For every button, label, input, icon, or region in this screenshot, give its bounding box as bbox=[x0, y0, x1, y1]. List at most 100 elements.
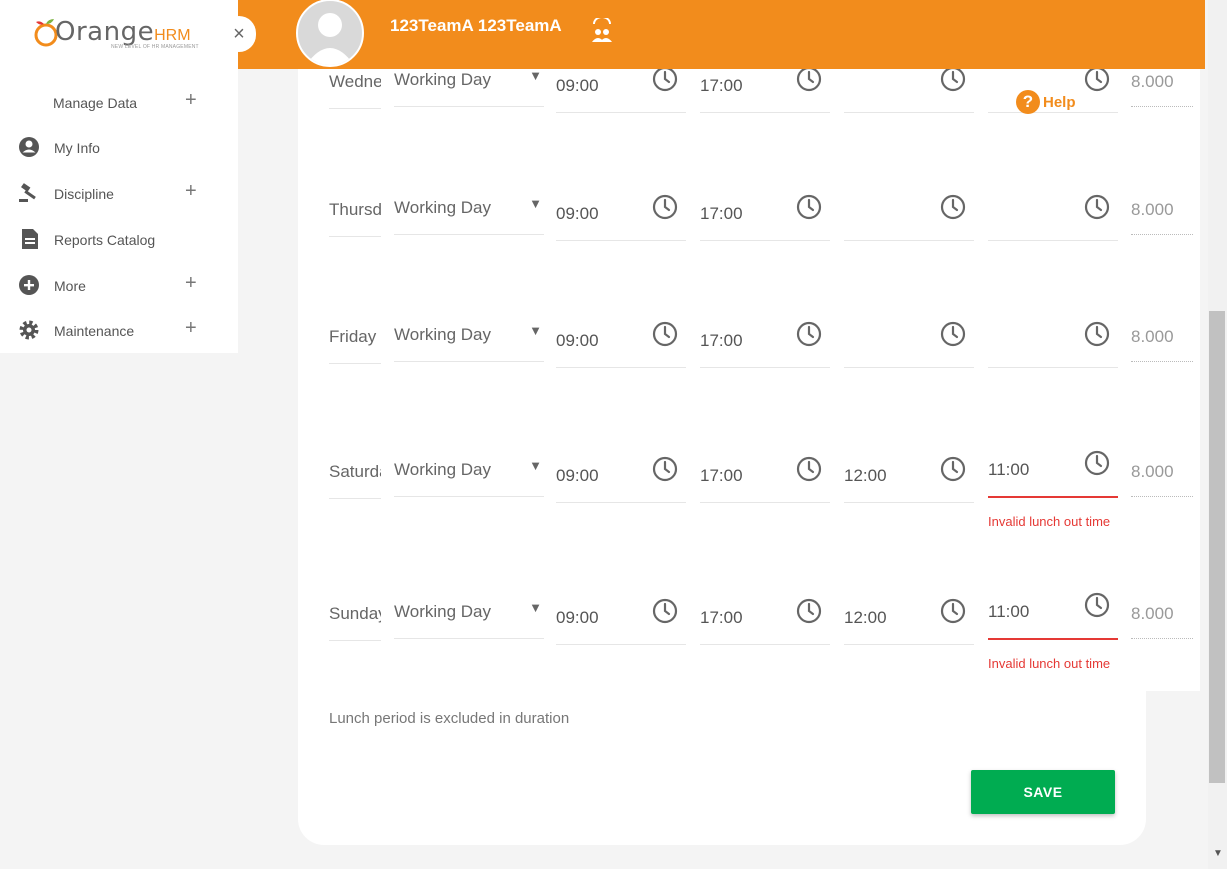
sidebar-item-my-info[interactable]: My Info bbox=[0, 129, 238, 165]
sidebar-item-label: Manage Data bbox=[53, 95, 138, 111]
start-time-input[interactable]: 09:00 bbox=[556, 66, 686, 113]
sidebar-item-label: Maintenance bbox=[54, 323, 135, 339]
clock-icon[interactable] bbox=[652, 321, 678, 352]
expand-icon[interactable]: + bbox=[185, 180, 197, 203]
clock-icon[interactable] bbox=[1084, 450, 1110, 481]
start-time-input[interactable]: 09:00 bbox=[556, 194, 686, 241]
day-name: Thursday bbox=[329, 200, 381, 237]
lunch-out-error: Invalid lunch out time bbox=[988, 656, 1111, 671]
day-name: Friday bbox=[329, 327, 381, 364]
avatar-silhouette-icon bbox=[306, 13, 354, 65]
day-name: Saturday bbox=[329, 462, 381, 499]
document-icon bbox=[21, 228, 39, 255]
day-type-select[interactable]: Working Day ▼ bbox=[394, 600, 544, 639]
day-type-select[interactable]: Working Day ▼ bbox=[394, 458, 544, 497]
help-label: Help bbox=[1043, 93, 1076, 111]
clock-icon[interactable] bbox=[796, 321, 822, 352]
lunch-out-input[interactable] bbox=[988, 194, 1118, 241]
page-scrollbar[interactable]: ▼ bbox=[1208, 0, 1227, 869]
clock-icon[interactable] bbox=[940, 456, 966, 487]
clock-icon[interactable] bbox=[796, 194, 822, 225]
clock-icon[interactable] bbox=[1084, 321, 1110, 352]
end-time-input[interactable]: 17:00 bbox=[700, 456, 830, 503]
start-time-input[interactable]: 09:00 bbox=[556, 456, 686, 503]
start-time-input[interactable]: 09:00 bbox=[556, 321, 686, 368]
lunch-out-input[interactable] bbox=[988, 321, 1118, 368]
sidebar-item-label: Discipline bbox=[54, 186, 114, 202]
day-type-select[interactable]: Working Day ▼ bbox=[394, 323, 544, 362]
clock-icon[interactable] bbox=[1084, 194, 1110, 225]
clock-icon[interactable] bbox=[652, 456, 678, 487]
logo-hrm: HRM bbox=[154, 27, 191, 44]
scroll-down-icon[interactable]: ▼ bbox=[1213, 848, 1223, 859]
end-time-input[interactable]: 17:00 bbox=[700, 66, 830, 113]
day-type-select[interactable]: Working Day ▼ bbox=[394, 196, 544, 235]
end-time-input[interactable]: 17:00 bbox=[700, 194, 830, 241]
user-name[interactable]: 123TeamA 123TeamA bbox=[390, 16, 562, 36]
duration-value: 8.000 bbox=[1131, 72, 1193, 107]
gear-icon bbox=[18, 319, 40, 346]
clock-icon[interactable] bbox=[1084, 592, 1110, 623]
clock-icon[interactable] bbox=[940, 321, 966, 352]
end-time-input[interactable]: 17:00 bbox=[700, 598, 830, 645]
team-switch-icon[interactable] bbox=[590, 16, 614, 49]
top-header: 123TeamA 123TeamA bbox=[238, 0, 1205, 69]
day-name: Sunday bbox=[329, 604, 381, 641]
lunch-out-input[interactable]: 11:00 bbox=[988, 450, 1118, 498]
clock-icon[interactable] bbox=[652, 66, 678, 97]
clock-icon[interactable] bbox=[796, 66, 822, 97]
expand-icon[interactable]: + bbox=[185, 272, 197, 295]
clock-icon[interactable] bbox=[796, 456, 822, 487]
lunch-out-input[interactable]: 11:00 bbox=[988, 592, 1118, 640]
clock-icon[interactable] bbox=[796, 598, 822, 629]
sidebar-item-label: Reports Catalog bbox=[54, 232, 156, 248]
clock-icon[interactable] bbox=[940, 66, 966, 97]
lunch-in-input[interactable] bbox=[844, 66, 974, 113]
lunch-in-input[interactable]: 12:00 bbox=[844, 456, 974, 503]
expand-icon[interactable]: + bbox=[185, 89, 197, 112]
gavel-icon bbox=[18, 182, 40, 209]
clock-icon[interactable] bbox=[652, 194, 678, 225]
close-icon: × bbox=[233, 23, 245, 45]
plus-circle-icon bbox=[18, 274, 40, 301]
duration-value: 8.000 bbox=[1131, 604, 1193, 639]
sidebar-item-more[interactable]: More + bbox=[0, 267, 238, 303]
lunch-note: Lunch period is excluded in duration bbox=[329, 710, 570, 727]
user-circle-icon bbox=[18, 136, 40, 163]
dropdown-arrow-icon: ▼ bbox=[529, 68, 542, 83]
logo-text: Orange bbox=[55, 17, 155, 47]
sidebar-item-discipline[interactable]: Discipline + bbox=[0, 175, 238, 211]
clock-icon[interactable] bbox=[940, 194, 966, 225]
dropdown-arrow-icon: ▼ bbox=[529, 323, 542, 338]
end-time-input[interactable]: 17:00 bbox=[700, 321, 830, 368]
sidebar-item-maintenance[interactable]: Maintenance + bbox=[0, 312, 238, 348]
dropdown-arrow-icon: ▼ bbox=[529, 600, 542, 615]
close-sidebar-button[interactable]: × bbox=[222, 16, 256, 52]
day-type-select[interactable]: Working Day ▼ bbox=[394, 68, 544, 107]
lunch-in-input[interactable]: 12:00 bbox=[844, 598, 974, 645]
logo-tagline: NEW LEVEL OF HR MANAGEMENT bbox=[111, 44, 199, 50]
lunch-in-input[interactable] bbox=[844, 321, 974, 368]
user-avatar[interactable] bbox=[296, 0, 364, 67]
scrollbar-thumb[interactable] bbox=[1209, 311, 1225, 783]
sidebar-item-reports-catalog[interactable]: Reports Catalog bbox=[0, 221, 238, 257]
sidebar-item-manage-data[interactable]: Manage Data + bbox=[0, 84, 238, 120]
clock-icon[interactable] bbox=[1084, 66, 1110, 97]
dropdown-arrow-icon: ▼ bbox=[529, 458, 542, 473]
help-button[interactable]: ? Help bbox=[1016, 90, 1076, 114]
help-icon: ? bbox=[1016, 90, 1040, 114]
sidebar: OrangeHRM NEW LEVEL OF HR MANAGEMENT Man… bbox=[0, 0, 238, 353]
day-name: Wednesday bbox=[329, 72, 381, 109]
lunch-in-input[interactable] bbox=[844, 194, 974, 241]
duration-value: 8.000 bbox=[1131, 200, 1193, 235]
clock-icon[interactable] bbox=[652, 598, 678, 629]
clock-icon[interactable] bbox=[940, 598, 966, 629]
duration-value: 8.000 bbox=[1131, 327, 1193, 362]
duration-value: 8.000 bbox=[1131, 462, 1193, 497]
save-button[interactable]: SAVE bbox=[971, 770, 1115, 814]
expand-icon[interactable]: + bbox=[185, 317, 197, 340]
sidebar-item-label: More bbox=[54, 278, 86, 294]
dropdown-arrow-icon: ▼ bbox=[529, 196, 542, 211]
start-time-input[interactable]: 09:00 bbox=[556, 598, 686, 645]
sidebar-item-label: My Info bbox=[54, 140, 100, 156]
